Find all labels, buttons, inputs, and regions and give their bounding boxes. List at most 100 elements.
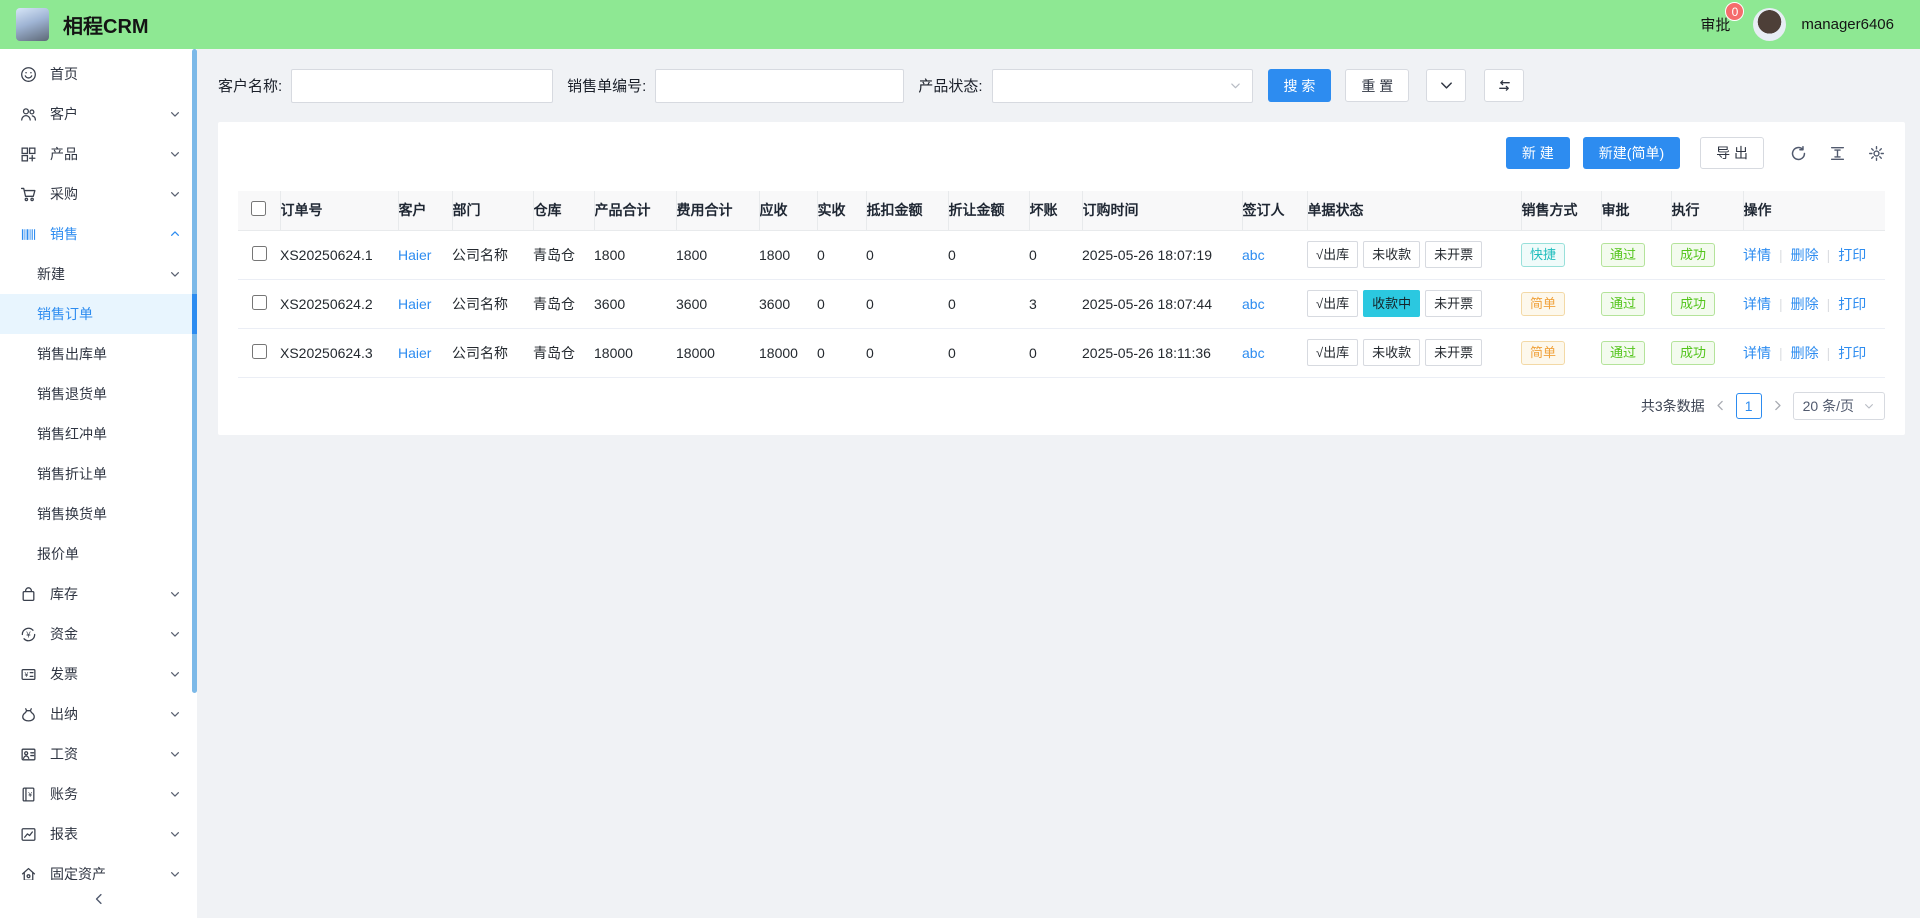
expand-filters-button[interactable] <box>1426 69 1466 102</box>
cart-icon <box>20 186 37 203</box>
sidebar-item-salary[interactable]: 工资 <box>0 734 197 774</box>
next-page-button[interactable] <box>1771 399 1784 412</box>
ledger-icon: ¥ <box>20 786 37 803</box>
col-header: 实收 <box>817 191 866 230</box>
sidebar-menu: 首页 客户 产品 <box>0 49 197 880</box>
transfer-filters-button[interactable] <box>1484 69 1524 102</box>
status-tag: √出库 <box>1307 290 1358 317</box>
gear-icon[interactable] <box>1868 145 1885 162</box>
sidebar-item-new[interactable]: 新建 <box>0 254 197 294</box>
signer-link[interactable]: abc <box>1242 247 1265 263</box>
page-size-select[interactable]: 20 条/页 <box>1793 392 1885 420</box>
sidebar-item-invoices[interactable]: ¥ 发票 <box>0 654 197 694</box>
sale-mode-tag: 简单 <box>1521 341 1565 365</box>
sidebar-item-label: 产品 <box>50 144 156 164</box>
money-cycle-icon: ¥ <box>20 626 37 643</box>
create-simple-button[interactable]: 新建(简单) <box>1583 137 1680 169</box>
cell-receivable: 1800 <box>759 230 817 279</box>
delete-link[interactable]: 删除 <box>1771 247 1819 263</box>
sidebar-item-funds[interactable]: ¥ 资金 <box>0 614 197 654</box>
approval-tag: 通过 <box>1601 341 1645 365</box>
user-avatar[interactable] <box>1753 8 1786 41</box>
sidebar-item-accounting[interactable]: ¥ 账务 <box>0 774 197 814</box>
print-link[interactable]: 打印 <box>1819 247 1867 263</box>
sidebar-item-customers[interactable]: 客户 <box>0 94 197 134</box>
cell-receivable: 3600 <box>759 279 817 328</box>
sidebar-item-purchasing[interactable]: 采购 <box>0 174 197 214</box>
cell-received: 0 <box>817 328 866 377</box>
prev-page-button[interactable] <box>1714 399 1727 412</box>
delete-link[interactable]: 删除 <box>1771 345 1819 361</box>
cell-bad-debt: 0 <box>1029 230 1082 279</box>
select-all-checkbox[interactable] <box>251 201 266 216</box>
chevron-down-icon <box>169 148 181 160</box>
table-row: XS20250624.3 Haier 公司名称 青岛仓 18000 18000 … <box>238 328 1885 377</box>
col-header: 应收 <box>759 191 817 230</box>
export-button[interactable]: 导 出 <box>1700 137 1764 169</box>
row-checkbox[interactable] <box>252 344 267 359</box>
print-link[interactable]: 打印 <box>1819 345 1867 361</box>
chevron-left-icon <box>92 892 106 906</box>
customer-name-input[interactable] <box>291 69 553 103</box>
sidebar-item-label: 资金 <box>50 624 156 644</box>
sidebar-item-cashier[interactable]: 出纳 <box>0 694 197 734</box>
sidebar: 首页 客户 产品 <box>0 49 197 918</box>
sales-order-no-input[interactable] <box>655 69 904 103</box>
sidebar-item-sales-red-reversal[interactable]: 销售红冲单 <box>0 414 197 454</box>
chevron-down-icon <box>169 628 181 640</box>
svg-text:¥: ¥ <box>28 791 32 798</box>
create-button[interactable]: 新 建 <box>1506 137 1570 169</box>
home-icon <box>20 866 37 881</box>
sidebar-item-sales-exchange[interactable]: 销售换货单 <box>0 494 197 534</box>
sidebar-item-label: 出纳 <box>50 704 156 724</box>
row-height-icon[interactable] <box>1829 145 1846 162</box>
detail-link[interactable]: 详情 <box>1743 296 1771 312</box>
sidebar-item-products[interactable]: 产品 <box>0 134 197 174</box>
cell-received: 0 <box>817 230 866 279</box>
sidebar-scrollbar[interactable] <box>192 49 197 693</box>
cell-received: 0 <box>817 279 866 328</box>
cell-product-total: 3600 <box>594 279 676 328</box>
chevron-down-icon <box>169 868 181 880</box>
sidebar-item-fixed-assets[interactable]: 固定资产 <box>0 854 197 880</box>
sidebar-item-sales-orders[interactable]: 销售订单 <box>0 294 197 334</box>
cell-allowance: 0 <box>948 328 1029 377</box>
approvals-menu[interactable]: 审批 0 <box>1700 14 1730 35</box>
sidebar-item-inventory[interactable]: 库存 <box>0 574 197 614</box>
search-button[interactable]: 搜 索 <box>1268 69 1332 102</box>
page-size-value: 20 条/页 <box>1803 396 1854 416</box>
username[interactable]: manager6406 <box>1801 16 1894 33</box>
detail-link[interactable]: 详情 <box>1743 247 1771 263</box>
customer-link[interactable]: Haier <box>398 296 431 312</box>
sidebar-item-sales-returns[interactable]: 销售退货单 <box>0 374 197 414</box>
sidebar-item-sales[interactable]: 销售 <box>0 214 197 254</box>
delete-link[interactable]: 删除 <box>1771 296 1819 312</box>
sale-mode-tag: 快捷 <box>1521 243 1565 267</box>
sidebar-item-sales-allowance[interactable]: 销售折让单 <box>0 454 197 494</box>
sidebar-item-reports[interactable]: 报表 <box>0 814 197 854</box>
customer-link[interactable]: Haier <box>398 247 431 263</box>
signer-link[interactable]: abc <box>1242 296 1265 312</box>
sidebar-item-label: 发票 <box>50 664 156 684</box>
svg-text:¥: ¥ <box>24 672 28 679</box>
print-link[interactable]: 打印 <box>1819 296 1867 312</box>
sidebar-item-label: 固定资产 <box>50 864 156 880</box>
product-status-select[interactable] <box>992 69 1253 103</box>
reset-button[interactable]: 重 置 <box>1345 69 1409 102</box>
customer-link[interactable]: Haier <box>398 345 431 361</box>
page-number[interactable]: 1 <box>1736 393 1762 419</box>
signer-link[interactable]: abc <box>1242 345 1265 361</box>
sidebar-item-label: 报表 <box>50 824 156 844</box>
sidebar-item-sales-outbound[interactable]: 销售出库单 <box>0 334 197 374</box>
sidebar-item-home[interactable]: 首页 <box>0 54 197 94</box>
sidebar-item-quotation[interactable]: 报价单 <box>0 534 197 574</box>
smiley-icon <box>20 66 37 83</box>
orders-table: 订单号 客户 部门 仓库 产品合计 费用合计 应收 实收 抵扣金额 折让金额 坏… <box>238 191 1885 378</box>
row-checkbox[interactable] <box>252 295 267 310</box>
row-checkbox[interactable] <box>252 246 267 261</box>
collapse-sidebar-button[interactable] <box>0 880 197 918</box>
detail-link[interactable]: 详情 <box>1743 345 1771 361</box>
chevron-down-icon <box>169 268 181 280</box>
refresh-icon[interactable] <box>1790 145 1807 162</box>
sidebar-item-label: 首页 <box>50 64 181 84</box>
